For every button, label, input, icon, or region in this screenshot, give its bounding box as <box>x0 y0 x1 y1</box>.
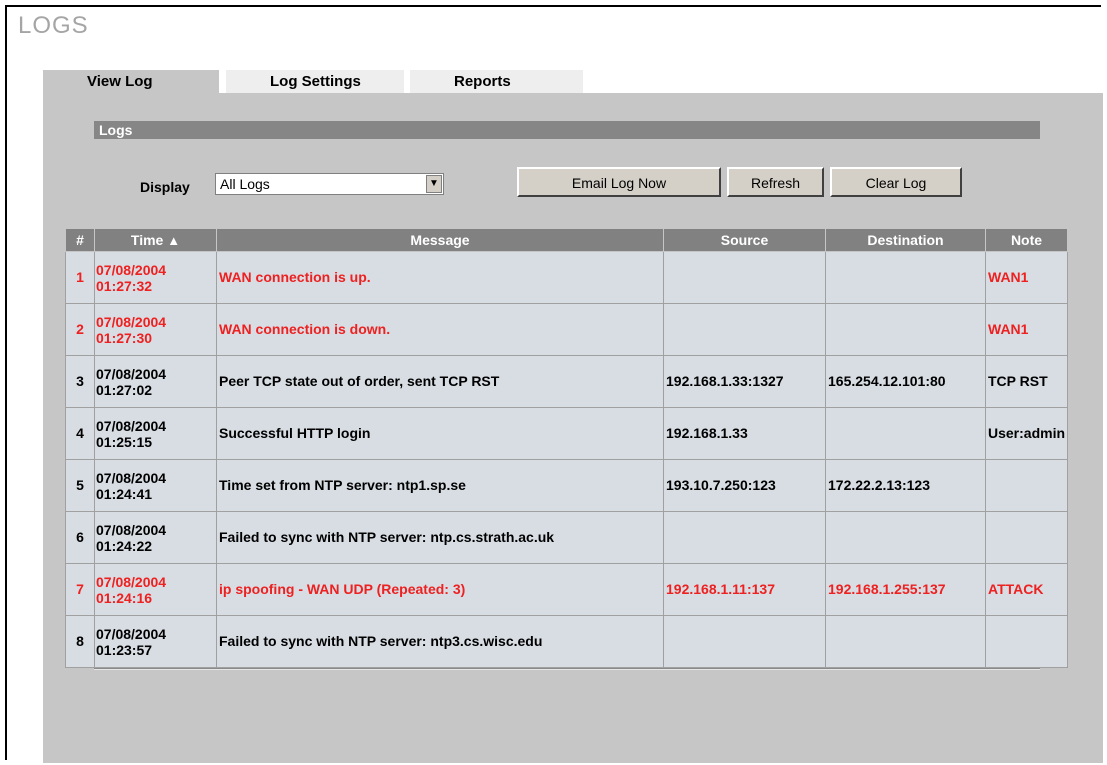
column-header-source: Source <box>663 228 826 252</box>
row-message: Time set from NTP server: ntp1.sp.se <box>216 459 664 512</box>
row-date: 07/08/2004 <box>96 521 167 538</box>
row-clock: 01:24:22 <box>96 537 153 554</box>
row-note: WAN1 <box>985 251 1068 304</box>
row-note: ATTACK <box>985 563 1068 616</box>
row-destination: 165.254.12.101:80 <box>825 355 986 408</box>
row-destination <box>825 303 986 356</box>
column-header-destination: Destination <box>825 228 986 252</box>
logs-table: # Time ▲ Message Source Destination Note… <box>65 228 1068 668</box>
row-note: User:admin <box>985 407 1068 460</box>
table-row: 2 07/08/2004 01:27:30 WAN connection is dow… <box>65 303 1068 356</box>
row-destination <box>825 251 986 304</box>
column-header-note: Note <box>985 228 1068 252</box>
row-time: 07/08/2004 01:25:15 <box>94 407 217 460</box>
row-date: 07/08/2004 <box>96 417 167 434</box>
row-source <box>663 303 826 356</box>
row-clock: 01:27:32 <box>96 277 153 294</box>
row-destination <box>825 615 986 668</box>
column-header-time[interactable]: Time ▲ <box>94 228 217 252</box>
logs-panel: Logs Display All Logs ▼ Email Log Now Re… <box>43 93 1103 763</box>
email-log-now-button[interactable]: Email Log Now <box>517 167 721 197</box>
row-number: 4 <box>65 407 95 460</box>
row-clock: 01:27:30 <box>96 329 153 346</box>
row-source <box>663 251 826 304</box>
row-date: 07/08/2004 <box>96 261 167 278</box>
row-message: Successful HTTP login <box>216 407 664 460</box>
row-number: 5 <box>65 459 95 512</box>
row-message: ip spoofing - WAN UDP (Repeated: 3) <box>216 563 664 616</box>
row-number: 7 <box>65 563 95 616</box>
table-row: 6 07/08/2004 01:24:22 Failed to sync with N… <box>65 511 1068 564</box>
section-title: Logs <box>94 121 1040 139</box>
table-row: 5 07/08/2004 01:24:41 Time set from NTP ser… <box>65 459 1068 512</box>
row-note: WAN1 <box>985 303 1068 356</box>
logs-table-body: 1 07/08/2004 01:27:32 WAN connection is up.… <box>65 251 1068 668</box>
row-source: 192.168.1.11:137 <box>663 563 826 616</box>
row-note <box>985 459 1068 512</box>
row-source: 192.168.1.33:1327 <box>663 355 826 408</box>
row-clock: 01:23:57 <box>96 641 153 658</box>
row-number: 1 <box>65 251 95 304</box>
row-destination: 172.22.2.13:123 <box>825 459 986 512</box>
table-header-row: # Time ▲ Message Source Destination Note <box>65 228 1068 252</box>
row-clock: 01:27:02 <box>96 381 153 398</box>
table-row: 7 07/08/2004 01:24:16 ip spoofing - WAN UDP… <box>65 563 1068 616</box>
clear-log-button[interactable]: Clear Log <box>830 167 962 197</box>
column-header-time-label: Time <box>130 232 164 248</box>
row-clock: 01:24:16 <box>96 589 153 606</box>
row-source <box>663 615 826 668</box>
row-time: 07/08/2004 01:23:57 <box>94 615 217 668</box>
column-header-number: # <box>65 228 95 252</box>
table-row: 8 07/08/2004 01:23:57 Failed to sync with N… <box>65 615 1068 668</box>
row-source <box>663 511 826 564</box>
row-date: 07/08/2004 <box>96 365 167 382</box>
tab-view-log[interactable]: View Log <box>43 70 219 93</box>
row-destination: 192.168.1.255:137 <box>825 563 986 616</box>
row-message: Peer TCP state out of order, sent TCP RS… <box>216 355 664 408</box>
row-clock: 01:24:41 <box>96 485 153 502</box>
display-select-value: All Logs <box>220 176 270 192</box>
bottom-divider <box>94 668 1040 670</box>
refresh-button[interactable]: Refresh <box>727 167 824 197</box>
row-message: Failed to sync with NTP server: ntp.cs.s… <box>216 511 664 564</box>
table-row: 3 07/08/2004 01:27:02 Peer TCP state out of… <box>65 355 1068 408</box>
row-time: 07/08/2004 01:24:41 <box>94 459 217 512</box>
row-message: Failed to sync with NTP server: ntp3.cs.… <box>216 615 664 668</box>
row-date: 07/08/2004 <box>96 625 167 642</box>
row-source: 193.10.7.250:123 <box>663 459 826 512</box>
row-destination <box>825 511 986 564</box>
table-row: 4 07/08/2004 01:25:15 Successful HTTP login… <box>65 407 1068 460</box>
row-time: 07/08/2004 01:27:30 <box>94 303 217 356</box>
row-date: 07/08/2004 <box>96 573 167 590</box>
sort-ascending-icon[interactable]: ▲ <box>167 233 180 248</box>
row-number: 8 <box>65 615 95 668</box>
row-note: TCP RST <box>985 355 1068 408</box>
display-select[interactable]: All Logs ▼ <box>215 173 444 195</box>
row-date: 07/08/2004 <box>96 469 167 486</box>
row-time: 07/08/2004 01:24:16 <box>94 563 217 616</box>
row-message: WAN connection is down. <box>216 303 664 356</box>
row-clock: 01:25:15 <box>96 433 153 450</box>
row-note <box>985 511 1068 564</box>
row-number: 3 <box>65 355 95 408</box>
row-destination <box>825 407 986 460</box>
row-date: 07/08/2004 <box>96 313 167 330</box>
row-note <box>985 615 1068 668</box>
tab-reports[interactable]: Reports <box>410 70 583 93</box>
row-source: 192.168.1.33 <box>663 407 826 460</box>
tab-log-settings[interactable]: Log Settings <box>226 70 404 93</box>
row-message: WAN connection is up. <box>216 251 664 304</box>
row-time: 07/08/2004 01:27:32 <box>94 251 217 304</box>
page-title: LOGS <box>18 12 89 39</box>
chevron-down-icon[interactable]: ▼ <box>426 175 442 193</box>
column-header-message: Message <box>216 228 664 252</box>
row-time: 07/08/2004 01:24:22 <box>94 511 217 564</box>
display-label: Display <box>140 179 190 195</box>
row-number: 6 <box>65 511 95 564</box>
row-time: 07/08/2004 01:27:02 <box>94 355 217 408</box>
row-number: 2 <box>65 303 95 356</box>
table-row: 1 07/08/2004 01:27:32 WAN connection is up.… <box>65 251 1068 304</box>
